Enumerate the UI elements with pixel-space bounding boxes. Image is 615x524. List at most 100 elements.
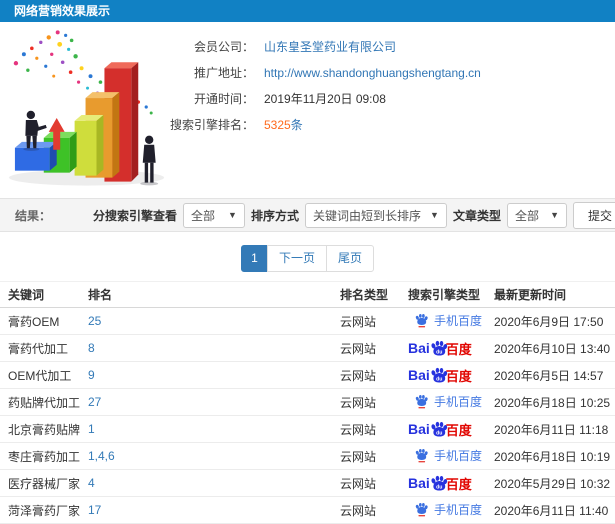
chevron-down-icon: ▼ [228, 210, 237, 220]
rank-count: 5325 [264, 118, 291, 132]
updated-cell: 2020年6月5日 14:57 [486, 361, 615, 389]
keyword-rank-table: 关键词 排名 排名类型 搜索引擎类型 最新更新时间 膏药OEM 25 云网站 手… [0, 281, 615, 524]
updated-cell: 2020年6月10日 13:40 [486, 334, 615, 362]
baidu-logo: Bai du 百度 [408, 420, 472, 439]
baidu-du-text: du [436, 376, 442, 382]
baidu-cn-text: 百度 [445, 476, 472, 492]
last-page-button[interactable]: 尾页 [326, 245, 375, 272]
table-row: 北京膏药贴牌 1 云网站 Bai du 百度 2020年6月11日 11:18 [0, 415, 615, 443]
mobile-baidu-label: 手机百度 [434, 394, 483, 409]
mobile-baidu-paw-icon [415, 502, 428, 516]
engine-rank-row: 搜索引擎排名： 5325条 [158, 112, 615, 138]
baidu-bai-text: Bai [408, 475, 430, 491]
page-button-current[interactable]: 1 [240, 245, 268, 272]
engine-type-cell: Bai du 百度 [400, 415, 486, 443]
table-row: 菏泽膏药厂家 17 云网站 手机百度 2020年6月11日 11:40 [0, 496, 615, 524]
engine-type-cell: 手机百度 [400, 307, 486, 335]
keyword-cell: 膏药代加工 [0, 334, 80, 362]
rank-cell: 25 [80, 307, 332, 335]
updated-cell: 2020年6月11日 11:18 [486, 415, 615, 443]
table-row: 医疗器械厂家 4 云网站 Bai du 百度 2020年5月29日 10:32 [0, 469, 615, 497]
engine-view-select[interactable]: 全部 ▼ [182, 202, 245, 228]
rank-type-cell: 云网站 [332, 496, 400, 524]
rank-cell: 8 [80, 334, 332, 362]
rank-link[interactable]: 8 [88, 341, 95, 355]
baidu-cn-text: 百度 [445, 422, 472, 438]
rank-link[interactable]: 9 [88, 368, 95, 382]
company-link[interactable]: 山东皇圣堂药业有限公司 [264, 34, 396, 60]
company-row: 会员公司： 山东皇圣堂药业有限公司 [158, 34, 615, 60]
baidu-bai-text: Bai [408, 340, 430, 356]
engine-type-cell: Bai du 百度 [400, 361, 486, 389]
pagination: 1 下一页 尾页 [0, 245, 615, 272]
rank-cell: 1,4,6 [80, 442, 332, 470]
bar-chart-clipart-icon [8, 30, 165, 186]
keyword-cell: 北京膏药贴牌 [0, 415, 80, 443]
engine-type-cell: Bai du 百度 [400, 469, 486, 497]
rank-cell: 4 [80, 469, 332, 497]
rank-type-cell: 云网站 [332, 334, 400, 362]
table-row: OEM代加工 9 云网站 Bai du 百度 2020年6月5日 14:57 [0, 361, 615, 389]
page-title: 网络营销效果展示 [14, 4, 111, 18]
rank-type-cell: 云网站 [332, 442, 400, 470]
article-type-label: 文章类型 [452, 208, 501, 223]
updated-cell: 2020年6月11日 11:40 [486, 496, 615, 524]
baidu-logo: Bai du 百度 [408, 366, 472, 385]
sort-select[interactable]: 关键词由短到长排序 ▼ [304, 202, 447, 228]
result-label: 结果： [15, 208, 52, 223]
table-row: 药贴牌代加工 27 云网站 手机百度 2020年6月18日 10:25 [0, 388, 615, 416]
col-rank-type: 排名类型 [332, 281, 400, 308]
baidu-logo: Bai du 百度 [408, 474, 472, 493]
sort-label: 排序方式 [250, 208, 299, 223]
rank-type-cell: 云网站 [332, 307, 400, 335]
baidu-cn-text: 百度 [445, 368, 472, 384]
baidu-logo: Bai du 百度 [408, 339, 472, 358]
table-row: 膏药代加工 8 云网站 Bai du 百度 2020年6月10日 13:40 [0, 334, 615, 362]
mobile-baidu-badge: 手机百度 [414, 501, 482, 518]
updated-cell: 2020年6月18日 10:25 [486, 388, 615, 416]
keyword-cell: 菏泽膏药厂家 [0, 496, 80, 524]
engine-rank-value: 5325条 [264, 112, 303, 138]
rank-unit-link[interactable]: 条 [291, 118, 303, 132]
mobile-baidu-label: 手机百度 [434, 502, 483, 517]
rank-cell: 27 [80, 388, 332, 416]
rank-link[interactable]: 1,4,6 [88, 449, 115, 463]
next-page-button[interactable]: 下一页 [266, 245, 327, 272]
rank-type-cell: 云网站 [332, 469, 400, 497]
promo-url-row: 推广地址： http://www.shandonghuangshengtang.… [158, 60, 615, 86]
bar-yellow [74, 114, 104, 176]
rank-link[interactable]: 1 [88, 422, 95, 436]
rank-type-cell: 云网站 [332, 415, 400, 443]
mobile-baidu-paw-icon [415, 394, 428, 408]
baidu-bai-text: Bai [408, 367, 430, 383]
article-type-select[interactable]: 全部 ▼ [506, 202, 567, 228]
keyword-cell: 膏药OEM [0, 307, 80, 335]
updated-cell: 2020年6月18日 10:19 [486, 442, 615, 470]
mobile-baidu-paw-icon [415, 448, 428, 462]
engine-view-label: 分搜索引擎查看 [92, 208, 177, 223]
page-header: 网络营销效果展示 [0, 0, 615, 22]
baidu-bai-text: Bai [408, 421, 430, 437]
keyword-cell: OEM代加工 [0, 361, 80, 389]
submit-button[interactable]: 提交 [572, 201, 615, 229]
filter-controls: 分搜索引擎查看 全部 ▼ 排序方式 关键词由短到长排序 ▼ 文章类型 全部 ▼ … [92, 201, 615, 229]
mobile-baidu-badge: 手机百度 [414, 447, 482, 464]
promo-url-link[interactable]: http://www.shandonghuangshengtang.cn [264, 60, 481, 86]
rank-cell: 1 [80, 415, 332, 443]
engine-view-value: 全部 [190, 208, 215, 223]
rank-link[interactable]: 17 [88, 503, 101, 517]
rank-link[interactable]: 4 [88, 476, 95, 490]
mobile-baidu-label: 手机百度 [434, 313, 483, 328]
mobile-baidu-label: 手机百度 [434, 448, 483, 463]
rank-link[interactable]: 27 [88, 395, 101, 409]
rank-link[interactable]: 25 [88, 314, 101, 328]
baidu-du-text: du [436, 484, 442, 490]
mobile-baidu-badge: 手机百度 [414, 393, 482, 410]
keyword-cell: 医疗器械厂家 [0, 469, 80, 497]
rank-cell: 9 [80, 361, 332, 389]
engine-type-cell: 手机百度 [400, 442, 486, 470]
rank-type-cell: 云网站 [332, 361, 400, 389]
col-rank: 排名 [80, 281, 332, 308]
baidu-cn-text: 百度 [445, 341, 472, 357]
updated-cell: 2020年6月9日 17:50 [486, 307, 615, 335]
